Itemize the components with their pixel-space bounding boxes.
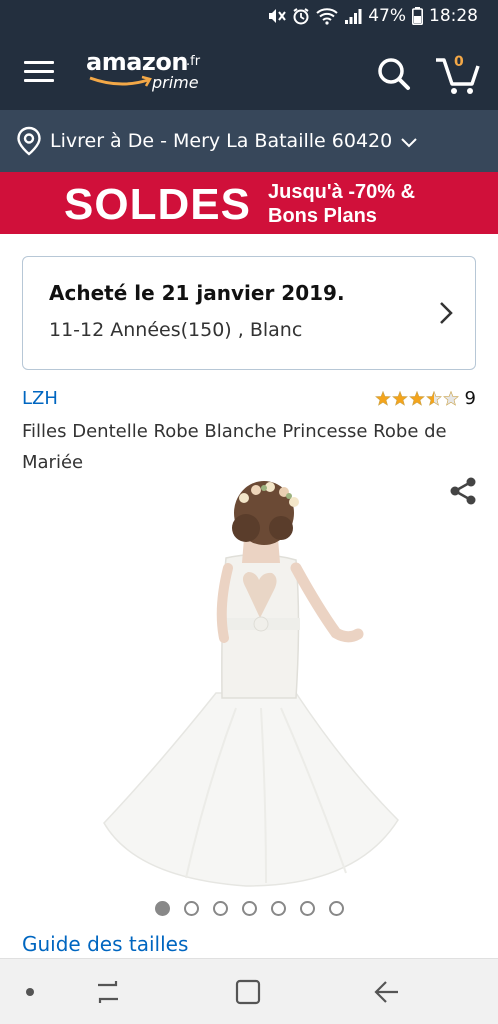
cart-button[interactable]: 0 (432, 52, 482, 96)
image-pager[interactable] (155, 901, 344, 916)
recent-apps-icon[interactable] (94, 979, 122, 1005)
cart-count: 0 (454, 54, 464, 70)
chevron-right-icon (440, 302, 453, 324)
wifi-icon (316, 8, 338, 25)
logo-tld: .fr (186, 54, 201, 69)
chevron-down-icon (401, 138, 417, 148)
sales-banner[interactable]: SOLDES Jusqu'à -70% & Bons Plans (0, 172, 498, 234)
alarm-icon (293, 8, 309, 25)
share-icon[interactable] (448, 476, 478, 506)
pager-dot[interactable] (242, 901, 257, 916)
review-count: 9 (464, 388, 476, 409)
product-image[interactable] (96, 468, 406, 890)
pager-dot[interactable] (184, 901, 199, 916)
battery-percent: 47% (368, 6, 406, 26)
pager-dot[interactable] (300, 901, 315, 916)
clock: 18:28 (429, 6, 478, 26)
android-nav-bar (0, 958, 498, 1024)
pager-dot[interactable] (329, 901, 344, 916)
star-mark (408, 390, 425, 406)
star-mark (442, 390, 459, 406)
size-guide-link[interactable]: Guide des tailles (22, 932, 188, 956)
status-bar: 47% 18:28 (0, 0, 498, 34)
search-icon (378, 58, 410, 90)
purchase-variant: 11-12 Années(150) , Blanc (49, 319, 303, 341)
smile-icon (89, 75, 152, 87)
banner-subtitle-line1: Jusqu'à -70% & (268, 181, 416, 203)
purchase-date: Acheté le 21 janvier 2019. (49, 281, 345, 305)
star-mark (425, 390, 442, 406)
back-icon[interactable] (372, 979, 402, 1005)
amazon-logo[interactable]: amazon .fr prime (86, 48, 216, 98)
home-icon[interactable] (234, 979, 262, 1005)
pager-dot[interactable] (271, 901, 286, 916)
logo-text: amazon (86, 48, 188, 76)
mute-icon (269, 9, 287, 23)
brand-link[interactable]: LZH (22, 388, 58, 409)
logo-prime: prime (152, 73, 199, 92)
star-rating-icon (374, 390, 459, 406)
delivery-address: Livrer à De - Mery La Bataille 60420 (50, 130, 393, 152)
rating[interactable]: 9 (374, 388, 476, 409)
app-header: amazon .fr prime 0 (0, 34, 498, 110)
star-mark (391, 390, 408, 406)
delivery-location-bar[interactable]: Livrer à De - Mery La Bataille 60420 (0, 110, 498, 172)
battery-icon (412, 7, 423, 25)
signal-icon (345, 9, 362, 24)
banner-subtitle: Jusqu'à -70% & Bons Plans (268, 180, 415, 228)
pager-dot[interactable] (155, 901, 170, 916)
pager-dot[interactable] (213, 901, 228, 916)
location-pin-icon (17, 126, 41, 156)
purchase-history-card[interactable]: Acheté le 21 janvier 2019. 11-12 Années(… (22, 256, 476, 370)
banner-subtitle-line2: Bons Plans (268, 205, 377, 227)
search-button[interactable] (374, 54, 414, 94)
banner-title: SOLDES (64, 180, 251, 229)
menu-icon[interactable] (24, 61, 54, 83)
status-icons: 47% 18:28 (266, 6, 478, 26)
nav-dot-icon[interactable] (26, 988, 34, 996)
star-mark (374, 390, 391, 406)
